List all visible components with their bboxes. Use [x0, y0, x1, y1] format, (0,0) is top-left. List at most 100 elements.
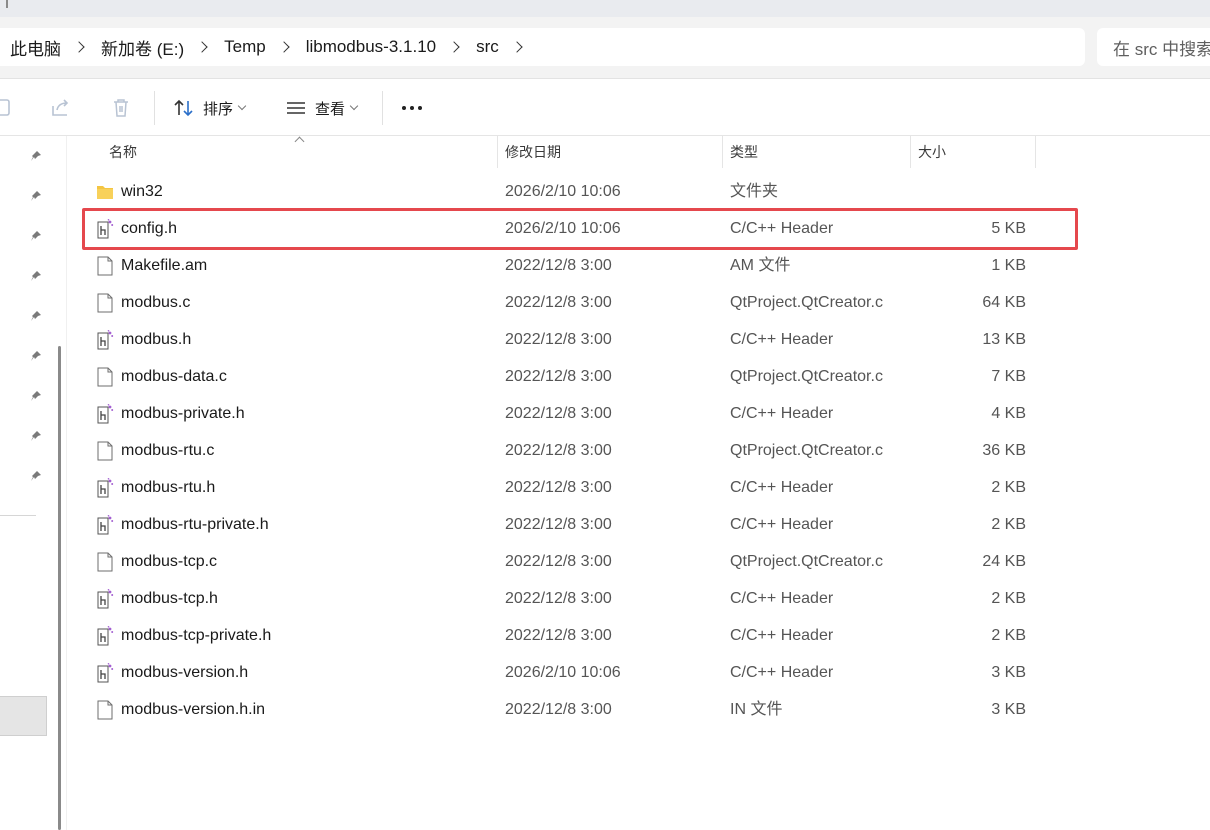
- header-file-icon: [97, 515, 114, 535]
- column-headers: 名称 修改日期 类型 大小: [67, 136, 1210, 168]
- address-bar: 此电脑 新加卷 (E:) Temp libmodbus-3.1.10 src 在…: [0, 17, 1210, 79]
- breadcrumb[interactable]: 此电脑 新加卷 (E:) Temp libmodbus-3.1.10 src: [0, 28, 1085, 66]
- file-type: C/C++ Header: [730, 627, 834, 644]
- file-type: C/C++ Header: [730, 405, 834, 422]
- file-date: 2022/12/8 3:00: [505, 590, 612, 607]
- column-header-date[interactable]: 修改日期: [505, 136, 561, 168]
- file-size: 13 KB: [982, 331, 1026, 348]
- pin-icon[interactable]: [30, 310, 42, 322]
- pin-icon[interactable]: [30, 470, 42, 482]
- column-header-type[interactable]: 类型: [730, 136, 758, 168]
- file-name: modbus-tcp.c: [121, 553, 218, 570]
- pin-icon[interactable]: [30, 270, 42, 282]
- file-type: QtProject.QtCreator.c: [730, 368, 883, 385]
- chevron-right-icon[interactable]: [73, 41, 85, 53]
- file-row[interactable]: modbus.c 2022/12/8 3:00 QtProject.QtCreato…: [85, 284, 1075, 321]
- file-row[interactable]: modbus-rtu.h 2022/12/8 3:00 C/C++ Header 2 …: [85, 469, 1075, 506]
- pin-icon[interactable]: [30, 350, 42, 362]
- copy-icon[interactable]: [0, 97, 14, 119]
- column-divider[interactable]: [722, 136, 723, 168]
- nav-selected-item[interactable]: [0, 696, 47, 736]
- more-options-icon[interactable]: [402, 106, 422, 110]
- chevron-right-icon[interactable]: [196, 41, 208, 53]
- pin-icon[interactable]: [30, 430, 42, 442]
- toolbar-divider: [382, 91, 383, 125]
- file-row[interactable]: modbus-private.h 2022/12/8 3:00 C/C++ Head…: [85, 395, 1075, 432]
- file-icon: [97, 441, 113, 461]
- file-size: 24 KB: [982, 553, 1026, 570]
- pin-icon[interactable]: [30, 390, 42, 402]
- breadcrumb-libmodbus[interactable]: libmodbus-3.1.10: [296, 37, 446, 57]
- pin-icon[interactable]: [30, 190, 42, 202]
- title-strip: [0, 0, 1210, 17]
- file-size: 7 KB: [991, 368, 1026, 385]
- column-divider[interactable]: [1035, 136, 1036, 168]
- file-row[interactable]: modbus.h 2022/12/8 3:00 C/C++ Header 13 KB: [85, 321, 1075, 358]
- delete-icon[interactable]: [110, 97, 132, 119]
- file-date: 2022/12/8 3:00: [505, 294, 612, 311]
- file-row[interactable]: modbus-tcp.h 2022/12/8 3:00 C/C++ Header 2 …: [85, 580, 1075, 617]
- view-button[interactable]: 查看: [285, 93, 359, 123]
- file-row[interactable]: modbus-version.h.in 2022/12/8 3:00 IN 文件 3 …: [85, 691, 1075, 728]
- chevron-right-icon[interactable]: [511, 41, 523, 53]
- column-header-size[interactable]: 大小: [918, 136, 946, 168]
- header-file-icon: [97, 478, 114, 498]
- file-row[interactable]: win32 2026/2/10 10:06 文件夹: [85, 173, 1075, 210]
- sort-label: 排序: [203, 100, 234, 118]
- file-name: modbus-version.h: [121, 664, 249, 681]
- nav-scrollbar[interactable]: [58, 346, 61, 830]
- chevron-right-icon[interactable]: [448, 41, 460, 53]
- file-row[interactable]: modbus-tcp.c 2022/12/8 3:00 QtProject.QtCr…: [85, 543, 1075, 580]
- file-type: C/C++ Header: [730, 590, 834, 607]
- file-row[interactable]: modbus-version.h 2026/2/10 10:06 C/C++ Hea…: [85, 654, 1075, 691]
- nav-divider: [0, 515, 36, 516]
- file-row[interactable]: Makefile.am 2022/12/8 3:00 AM 文件 1 KB: [85, 247, 1075, 284]
- file-icon: [97, 700, 113, 720]
- chevron-right-icon[interactable]: [278, 41, 290, 53]
- file-type: QtProject.QtCreator.c: [730, 294, 883, 311]
- breadcrumb-src[interactable]: src: [466, 37, 509, 57]
- file-name: modbus.h: [121, 331, 192, 348]
- file-type: C/C++ Header: [730, 516, 834, 533]
- file-icon: [97, 293, 113, 313]
- file-size: 2 KB: [991, 627, 1026, 644]
- file-size: 2 KB: [991, 516, 1026, 533]
- sort-button[interactable]: 排序: [173, 93, 247, 123]
- file-size: 2 KB: [991, 590, 1026, 607]
- window-edge-mark: [6, 0, 8, 8]
- pane-splitter[interactable]: [66, 136, 67, 830]
- header-file-icon: [97, 330, 114, 350]
- pin-icon[interactable]: [30, 150, 42, 162]
- file-date: 2026/2/10 10:06: [505, 664, 621, 681]
- breadcrumb-this-pc[interactable]: 此电脑: [0, 35, 71, 60]
- search-input[interactable]: 在 src 中搜索: [1097, 28, 1210, 66]
- file-size: 3 KB: [991, 701, 1026, 718]
- sort-icon: [174, 99, 193, 117]
- file-date: 2022/12/8 3:00: [505, 516, 612, 533]
- share-icon[interactable]: [50, 97, 72, 119]
- file-name: Makefile.am: [121, 257, 208, 274]
- pin-icon[interactable]: [30, 230, 42, 242]
- file-type: IN 文件: [730, 701, 783, 718]
- column-header-name[interactable]: 名称: [109, 136, 137, 168]
- breadcrumb-drive-e[interactable]: 新加卷 (E:): [91, 35, 194, 60]
- file-size: 1 KB: [991, 257, 1026, 274]
- file-date: 2022/12/8 3:00: [505, 701, 612, 718]
- file-row[interactable]: modbus-tcp-private.h 2022/12/8 3:00 C/C++ …: [85, 617, 1075, 654]
- file-row[interactable]: modbus-data.c 2022/12/8 3:00 QtProject.QtC…: [85, 358, 1075, 395]
- file-date: 2022/12/8 3:00: [505, 479, 612, 496]
- toolbar-divider: [154, 91, 155, 125]
- file-size: 4 KB: [991, 405, 1026, 422]
- breadcrumb-temp[interactable]: Temp: [214, 37, 276, 57]
- column-divider[interactable]: [497, 136, 498, 168]
- file-date: 2022/12/8 3:00: [505, 257, 612, 274]
- column-divider[interactable]: [910, 136, 911, 168]
- header-file-icon: [97, 663, 114, 683]
- file-row[interactable]: modbus-rtu-private.h 2022/12/8 3:00 C/C++ …: [85, 506, 1075, 543]
- header-file-icon: [97, 589, 114, 609]
- header-file-icon: [97, 404, 114, 424]
- file-name: modbus-version.h.in: [121, 701, 266, 718]
- search-placeholder: 在 src 中搜索: [1113, 39, 1210, 59]
- file-type: 文件夹: [730, 183, 779, 200]
- file-row[interactable]: modbus-rtu.c 2022/12/8 3:00 QtProject.QtCr…: [85, 432, 1075, 469]
